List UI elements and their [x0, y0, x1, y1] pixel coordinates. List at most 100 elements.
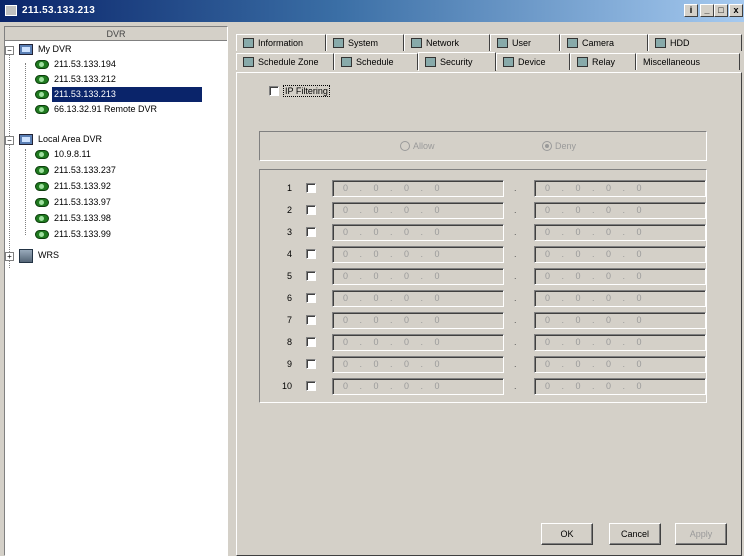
- tab-miscellaneous[interactable]: Miscellaneous: [636, 53, 740, 70]
- tree-item-dvr[interactable]: 211.53.133.98: [35, 211, 113, 226]
- ip-end-field[interactable]: 0 . 0 . 0 . 0: [534, 202, 706, 219]
- tree-group-my-dvr[interactable]: My DVR: [19, 42, 74, 57]
- row-enable-checkbox[interactable]: [306, 271, 316, 281]
- deny-radio[interactable]: Deny: [542, 141, 576, 151]
- row-enable-checkbox[interactable]: [306, 183, 316, 193]
- minimize-button[interactable]: _: [700, 4, 714, 17]
- dvr-group-icon: [19, 44, 33, 56]
- user-icon: [497, 38, 508, 48]
- ip-start-field[interactable]: 0 . 0 . 0 . 0: [332, 224, 504, 241]
- row-enable-checkbox[interactable]: [306, 337, 316, 347]
- tree-item-dvr[interactable]: 211.53.133.92: [35, 179, 113, 194]
- collapse-local-dvr-icon[interactable]: −: [5, 136, 14, 145]
- allow-radio[interactable]: Allow: [400, 141, 435, 151]
- camera-icon: [35, 182, 49, 192]
- row-enable-checkbox[interactable]: [306, 205, 316, 215]
- ip-end-field[interactable]: 0 . 0 . 0 . 0: [534, 312, 706, 329]
- app-icon: [5, 5, 17, 16]
- ip-range-row: 1 0 . 0 . 0 . 0 . 0 . 0 . 0 . 0: [260, 180, 706, 197]
- ip-start-field[interactable]: 0 . 0 . 0 . 0: [332, 356, 504, 373]
- tab-camera[interactable]: Camera: [560, 34, 648, 51]
- tab-hdd[interactable]: HDD: [648, 34, 742, 51]
- ip-start-field[interactable]: 0 . 0 . 0 . 0: [332, 290, 504, 307]
- camera-icon: [35, 198, 49, 208]
- tree-group-local-area-dvr[interactable]: Local Area DVR: [19, 132, 104, 147]
- row-enable-checkbox[interactable]: [306, 315, 316, 325]
- ip-range-table: 1 0 . 0 . 0 . 0 . 0 . 0 . 0 . 0 2 0 . 0 …: [259, 169, 707, 403]
- relay-icon: [577, 57, 588, 67]
- camera-icon: [35, 150, 49, 160]
- tree-connector: [25, 149, 26, 235]
- tree-group-wrs[interactable]: WRS: [19, 248, 61, 263]
- collapse-my-dvr-icon[interactable]: −: [5, 46, 14, 55]
- camera-tab-icon: [567, 38, 578, 48]
- tab-schedule[interactable]: Schedule: [334, 53, 418, 70]
- ip-range-row: 9 0 . 0 . 0 . 0 . 0 . 0 . 0 . 0: [260, 356, 706, 373]
- apply-button[interactable]: Apply: [675, 523, 727, 545]
- row-enable-checkbox[interactable]: [306, 359, 316, 369]
- ip-end-field[interactable]: 0 . 0 . 0 . 0: [534, 334, 706, 351]
- server-icon: [19, 248, 33, 263]
- row-enable-checkbox[interactable]: [306, 293, 316, 303]
- camera-icon: [35, 166, 49, 176]
- expand-wrs-icon[interactable]: +: [5, 252, 14, 261]
- tab-network[interactable]: Network: [404, 34, 490, 51]
- schedule-icon: [341, 57, 352, 67]
- network-icon: [411, 38, 422, 48]
- ip-start-field[interactable]: 0 . 0 . 0 . 0: [332, 312, 504, 329]
- help-button[interactable]: i: [684, 4, 698, 17]
- tree-item-dvr[interactable]: 211.53.133.212: [35, 72, 118, 87]
- ip-end-field[interactable]: 0 . 0 . 0 . 0: [534, 356, 706, 373]
- tab-user[interactable]: User: [490, 34, 560, 51]
- ip-start-field[interactable]: 0 . 0 . 0 . 0: [332, 202, 504, 219]
- ip-range-row: 3 0 . 0 . 0 . 0 . 0 . 0 . 0 . 0: [260, 224, 706, 241]
- ip-range-row: 6 0 . 0 . 0 . 0 . 0 . 0 . 0 . 0: [260, 290, 706, 307]
- ip-end-field[interactable]: 0 . 0 . 0 . 0: [534, 268, 706, 285]
- tree-item-dvr[interactable]: 211.53.133.237: [35, 163, 118, 178]
- tab-system[interactable]: System: [326, 34, 404, 51]
- camera-icon: [35, 90, 49, 100]
- ip-start-field[interactable]: 0 . 0 . 0 . 0: [332, 180, 504, 197]
- maximize-button[interactable]: □: [714, 4, 728, 17]
- tab-relay[interactable]: Relay: [570, 53, 636, 70]
- ip-start-field[interactable]: 0 . 0 . 0 . 0: [332, 268, 504, 285]
- tree-item-dvr-selected[interactable]: 211.53.133.213: [35, 87, 202, 102]
- ip-filtering-option[interactable]: IP Filtering: [269, 85, 330, 97]
- ip-range-row: 2 0 . 0 . 0 . 0 . 0 . 0 . 0 . 0: [260, 202, 706, 219]
- cancel-button[interactable]: Cancel: [609, 523, 661, 545]
- deny-radio-dot: [542, 141, 552, 151]
- tab-security[interactable]: Security: [418, 52, 496, 71]
- ip-end-field[interactable]: 0 . 0 . 0 . 0: [534, 246, 706, 263]
- ip-end-field[interactable]: 0 . 0 . 0 . 0: [534, 378, 706, 395]
- ip-start-field[interactable]: 0 . 0 . 0 . 0: [332, 378, 504, 395]
- tab-schedule-zone[interactable]: Schedule Zone: [236, 53, 334, 70]
- tab-device[interactable]: Device: [496, 53, 570, 70]
- settings-panel: Information System Network User Camera H…: [232, 26, 744, 556]
- tree-item-dvr[interactable]: 211.53.133.97: [35, 195, 113, 210]
- ip-start-field[interactable]: 0 . 0 . 0 . 0: [332, 334, 504, 351]
- ip-end-field[interactable]: 0 . 0 . 0 . 0: [534, 290, 706, 307]
- camera-icon: [35, 214, 49, 224]
- ip-end-field[interactable]: 0 . 0 . 0 . 0: [534, 180, 706, 197]
- ip-end-field[interactable]: 0 . 0 . 0 . 0: [534, 224, 706, 241]
- tree-item-dvr[interactable]: 211.53.133.99: [35, 227, 113, 242]
- lan-group-icon: [19, 134, 33, 146]
- ip-start-field[interactable]: 0 . 0 . 0 . 0: [332, 246, 504, 263]
- tree-item-dvr[interactable]: 10.9.8.11: [35, 147, 93, 162]
- window-title: 211.53.133.213: [22, 5, 96, 16]
- ok-button[interactable]: OK: [541, 523, 593, 545]
- tab-information[interactable]: Information: [236, 34, 326, 51]
- ip-filtering-checkbox[interactable]: [269, 86, 279, 96]
- row-enable-checkbox[interactable]: [306, 249, 316, 259]
- tree-item-dvr[interactable]: 66.13.32.91 Remote DVR: [35, 102, 159, 117]
- tree-item-dvr[interactable]: 211.53.133.194: [35, 57, 118, 72]
- camera-icon: [35, 105, 49, 115]
- information-icon: [243, 38, 254, 48]
- close-button[interactable]: x: [729, 4, 743, 17]
- dvr-tree-header: DVR: [5, 27, 227, 41]
- hdd-icon: [655, 38, 666, 48]
- tree-connector: [25, 63, 26, 119]
- row-enable-checkbox[interactable]: [306, 227, 316, 237]
- ip-range-row: 4 0 . 0 . 0 . 0 . 0 . 0 . 0 . 0: [260, 246, 706, 263]
- row-enable-checkbox[interactable]: [306, 381, 316, 391]
